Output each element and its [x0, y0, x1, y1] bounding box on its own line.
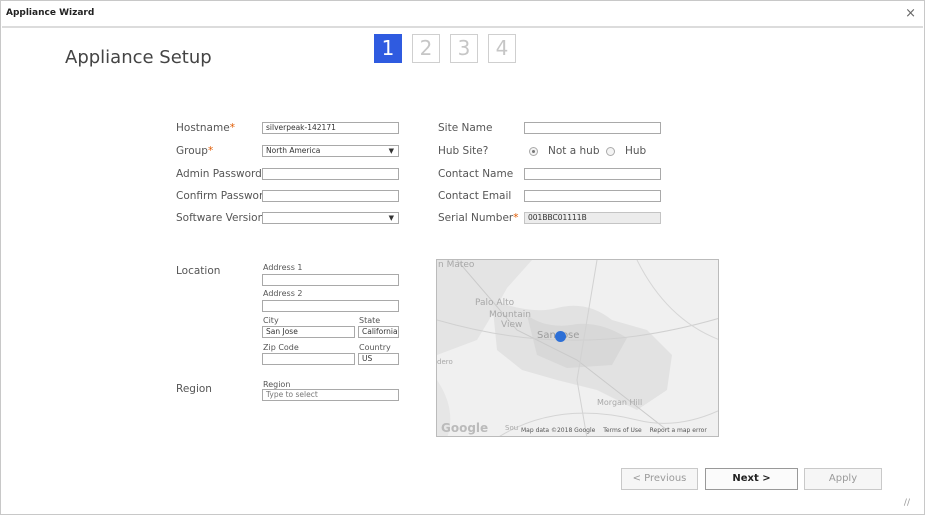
address1-label: Address 1	[263, 263, 303, 272]
contact-name-input[interactable]	[524, 168, 661, 180]
map-pin-icon[interactable]	[555, 331, 566, 342]
step-3[interactable]: 3	[450, 34, 478, 63]
step-1[interactable]: 1	[374, 34, 402, 63]
zip-label: Zip Code	[263, 343, 299, 352]
page-title: Appliance Setup	[65, 47, 212, 68]
radio-hub[interactable]: Hub	[606, 145, 646, 157]
serial-number-field: 001BBC01111B	[524, 212, 661, 224]
city-label: City	[263, 316, 279, 325]
chevron-down-icon: ▼	[388, 214, 394, 222]
map[interactable]: n Mateo Palo Alto Mountain View San Jose…	[436, 259, 719, 437]
radio-selected-icon	[529, 146, 538, 156]
state-input[interactable]: California	[358, 326, 399, 338]
close-icon[interactable]: ×	[905, 6, 916, 21]
region-input[interactable]: Type to select	[262, 389, 399, 401]
hub-site-label: Hub Site?	[438, 145, 489, 157]
confirm-password-input[interactable]	[262, 190, 399, 202]
zip-input[interactable]	[262, 353, 355, 365]
site-name-input[interactable]	[524, 122, 661, 134]
wizard-window: Appliance Wizard × Appliance Setup 1 2 3…	[0, 0, 925, 515]
radio-not-a-hub[interactable]: Not a hub	[529, 145, 599, 157]
confirm-password-label: Confirm Password*	[176, 190, 275, 202]
address1-input[interactable]	[262, 274, 399, 286]
map-label-dero: dero	[437, 358, 453, 366]
address2-label: Address 2	[263, 289, 303, 298]
region-label: Region	[176, 383, 212, 395]
wizard-steps: 1 2 3 4	[374, 34, 516, 63]
google-logo: Google	[441, 421, 489, 435]
apply-button[interactable]: Apply	[804, 468, 882, 490]
country-label: Country	[359, 343, 391, 352]
map-label-san-mateo: n Mateo	[438, 260, 475, 270]
site-name-label: Site Name	[438, 122, 493, 134]
previous-button[interactable]: < Previous	[621, 468, 698, 490]
map-attribution: Map data ©2018 Google Terms of Use Repor…	[521, 427, 713, 434]
map-label-morgan-hill: Morgan Hill	[597, 398, 643, 407]
map-background	[437, 260, 718, 436]
hostname-input[interactable]: silverpeak-142171	[262, 122, 399, 134]
map-data-text: Map data ©2018 Google	[521, 427, 596, 434]
group-select[interactable]: North America ▼	[262, 145, 399, 157]
chevron-down-icon: ▼	[388, 147, 394, 155]
map-label-sou: Sou	[505, 424, 519, 432]
serial-number-label: Serial Number*	[438, 212, 519, 224]
resize-grip-icon[interactable]: //	[904, 498, 910, 508]
contact-name-label: Contact Name	[438, 168, 514, 180]
terms-of-use-link[interactable]: Terms of Use	[603, 427, 641, 434]
contact-email-label: Contact Email	[438, 190, 512, 202]
next-button[interactable]: Next >	[705, 468, 798, 490]
hostname-label: Hostname*	[176, 122, 235, 134]
radio-unselected-icon	[606, 146, 615, 156]
admin-password-label: Admin Password*	[176, 168, 267, 180]
location-label: Location	[176, 265, 221, 277]
group-label: Group*	[176, 145, 214, 157]
country-input[interactable]: US	[358, 353, 399, 365]
city-input[interactable]: San Jose	[262, 326, 355, 338]
map-label-view: View	[501, 320, 523, 330]
map-label-palo-alto: Palo Alto	[475, 298, 515, 308]
contact-email-input[interactable]	[524, 190, 661, 202]
address2-input[interactable]	[262, 300, 399, 312]
software-version-select[interactable]: ▼	[262, 212, 399, 224]
region-field-label: Region	[263, 380, 291, 389]
step-4[interactable]: 4	[488, 34, 516, 63]
report-map-error-link[interactable]: Report a map error	[650, 427, 707, 434]
map-label-mountain: Mountain	[489, 310, 531, 320]
step-2[interactable]: 2	[412, 34, 440, 63]
window-title: Appliance Wizard	[6, 8, 95, 18]
software-version-label: Software Version	[176, 212, 265, 224]
title-bar: Appliance Wizard ×	[2, 2, 923, 28]
admin-password-input[interactable]	[262, 168, 399, 180]
state-label: State	[359, 316, 381, 325]
